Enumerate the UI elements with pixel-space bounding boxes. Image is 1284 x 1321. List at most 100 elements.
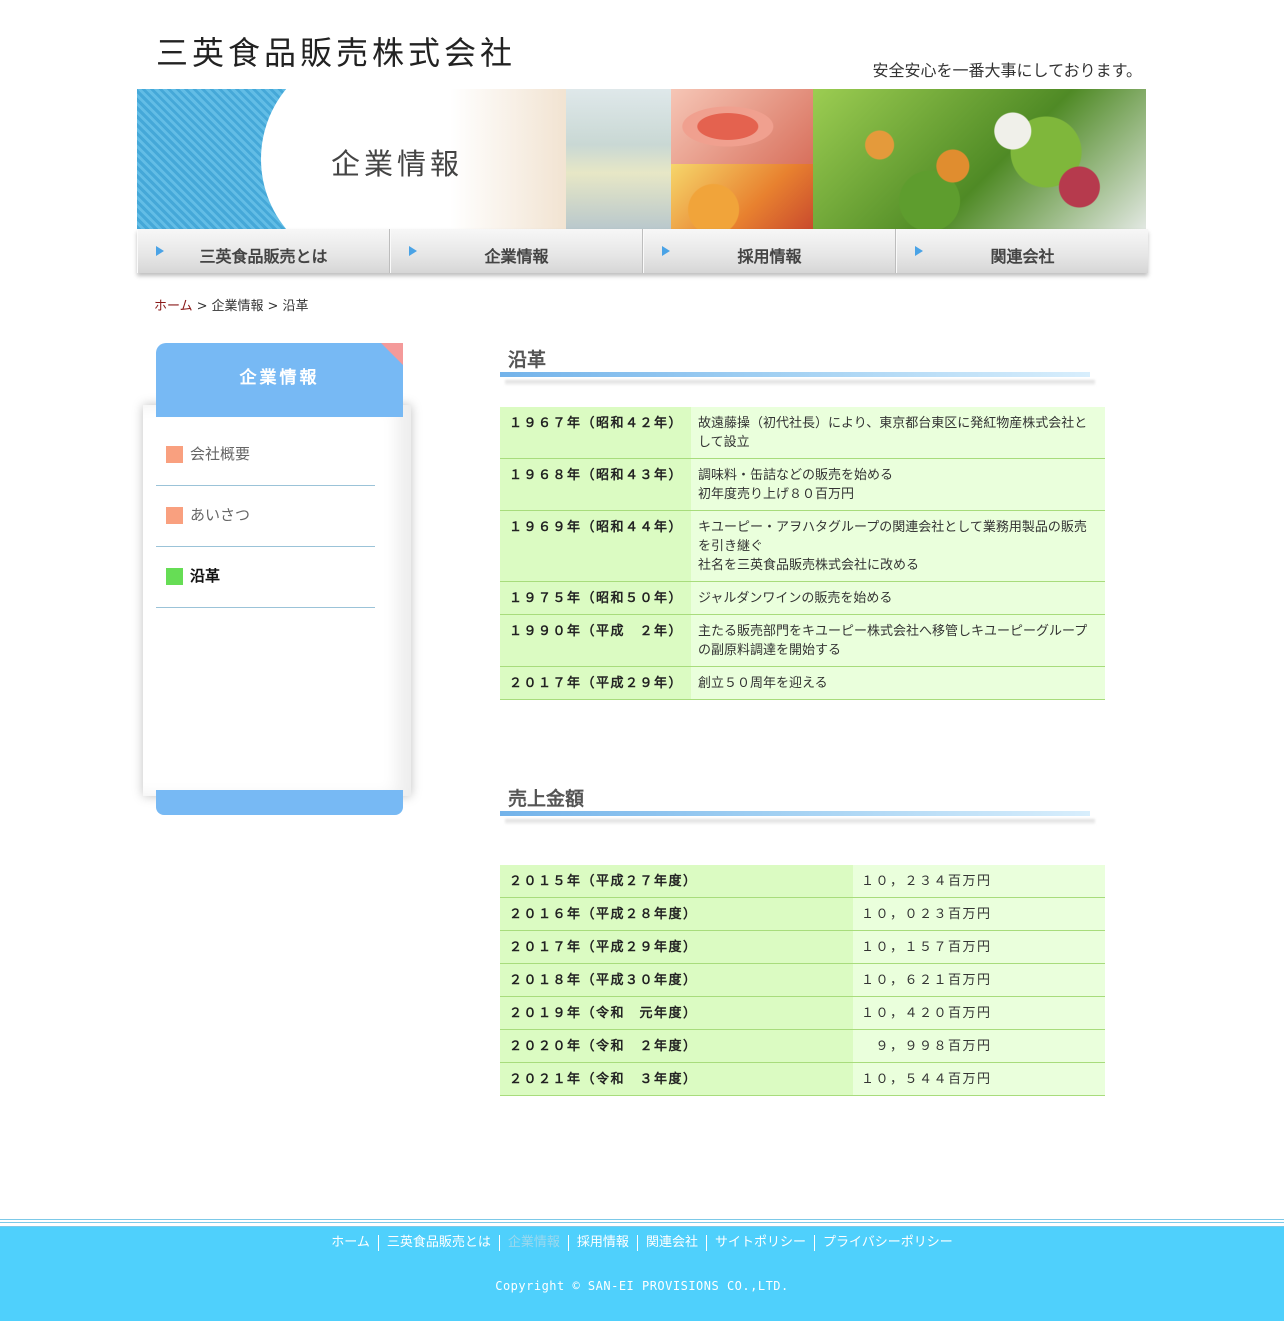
side-menu-header: 企業情報 — [156, 343, 403, 417]
banner-photo-wine — [566, 89, 671, 229]
banner-photo-vegetables — [671, 164, 813, 229]
page: 三英食品販売株式会社 安全安心を一番大事にしております。 企業情報 三英食品販売… — [0, 0, 1284, 1321]
footer-nav-link[interactable]: 企業情報 — [498, 1235, 568, 1251]
hero-banner: 企業情報 — [137, 89, 1146, 229]
table-row: １９６８年（昭和４３年） 調味料・缶詰などの販売を始める 初年度売り上げ８０百万円 — [500, 458, 1105, 511]
section-title-history: 沿革 — [508, 349, 547, 371]
table-row: ２０１８年（平成３０年度） １０，６２１百万円 — [500, 963, 1105, 997]
sidebar-item-label: あいさつ — [190, 506, 251, 524]
banner-photo-ham — [671, 89, 813, 164]
sidebar-item-label: 沿革 — [190, 567, 221, 585]
history-year: １９９０年（平成 ２年） — [500, 614, 692, 667]
banner-photo-salad — [813, 89, 1146, 229]
section-title-sales: 売上金額 — [508, 788, 585, 810]
gnav-item-company[interactable]: 企業情報 — [390, 229, 643, 273]
sales-year: ２０１９年（令和 元年度） — [500, 996, 853, 1030]
table-row: １９６９年（昭和４４年） キユーピー・アヲハタグループの関連会社として業務用製品の… — [500, 510, 1105, 582]
global-nav: 三英食品販売とは 企業情報 採用情報 関連会社 — [137, 229, 1148, 273]
sales-amount: １０，０２３百万円 — [853, 897, 1105, 931]
sales-amount: ９，９９８百万円 — [853, 1029, 1105, 1063]
table-row: ２０１７年（平成２９年度） １０，１５７百万円 — [500, 930, 1105, 964]
gnav-item-affiliates[interactable]: 関連会社 — [896, 229, 1148, 273]
sales-table: ２０１５年（平成２７年度） １０，２３４百万円 ２０１６年（平成２８年度） １０，０２… — [500, 865, 1105, 1096]
section-underline-shadow — [505, 380, 1095, 385]
sales-year: ２０１８年（平成３０年度） — [500, 963, 853, 997]
copyright: Copyright © SAN-EI PROVISIONS CO.,LTD. — [495, 1279, 789, 1293]
banner-title: 企業情報 — [331, 147, 464, 181]
section-underline — [500, 811, 1090, 816]
gnav-label: 三英食品販売とは — [199, 247, 328, 266]
sales-amount: １０，５４４百万円 — [853, 1062, 1105, 1096]
history-year: １９７５年（昭和５０年） — [500, 581, 692, 615]
sales-year: ２０１６年（平成２８年度） — [500, 897, 853, 931]
history-year: ２０１７年（平成２９年） — [500, 666, 692, 700]
history-event-line: キユーピー・アヲハタグループの関連会社として業務用製品の販売を引き継ぐ — [698, 520, 1087, 554]
gnav-label: 企業情報 — [484, 247, 549, 266]
history-event-line: 主たる販売部門をキユーピー株式会社へ移管しキユーピーグループの副原料調達を開始す… — [698, 624, 1088, 658]
history-event-line: 創立５０周年を迎える — [698, 676, 828, 691]
sidebar-item-label: 会社概要 — [190, 445, 251, 463]
sidebar-item-overview[interactable]: 会社概要 — [156, 425, 375, 486]
history-table: １９６７年（昭和４２年） 故遠藤操（初代社長）により、東京都台東区に発紅物産株式会… — [500, 407, 1105, 700]
history-year: １９６８年（昭和４３年） — [500, 458, 692, 511]
breadcrumb-separator: > — [196, 299, 208, 314]
footer-divider — [0, 1219, 1284, 1227]
table-row: １９７５年（昭和５０年） ジャルダンワインの販売を始める — [500, 581, 1105, 615]
company-logo[interactable]: 三英食品販売株式会社 — [156, 28, 516, 74]
table-row: ２０２０年（令和 ２年度） ９，９９８百万円 — [500, 1029, 1105, 1063]
footer-nav-link[interactable]: サイトポリシー — [705, 1235, 814, 1251]
breadcrumb-separator: > — [267, 299, 279, 314]
history-event-line: 社名を三英食品販売株式会社に改める — [698, 558, 920, 573]
history-event: 故遠藤操（初代社長）により、東京都台東区に発紅物産株式会社として設立 — [691, 407, 1105, 459]
section-underline-shadow — [505, 819, 1095, 824]
footer: ホーム 三英食品販売とは 企業情報 採用情報 関連会社 サイトポリシー プライバシーポリシー… — [0, 1227, 1284, 1321]
footer-nav-link[interactable]: 関連会社 — [636, 1235, 706, 1251]
footer-nav: ホーム 三英食品販売とは 企業情報 採用情報 関連会社 サイトポリシー プライバシーポリシー — [0, 1235, 1284, 1251]
history-event: 主たる販売部門をキユーピー株式会社へ移管しキユーピーグループの副原料調達を開始す… — [691, 614, 1105, 667]
sales-year: ２０２１年（令和 ３年度） — [500, 1062, 853, 1096]
history-year: １９６９年（昭和４４年） — [500, 510, 692, 582]
table-row: ２０１５年（平成２７年度） １０，２３４百万円 — [500, 865, 1105, 898]
history-event: ジャルダンワインの販売を始める — [691, 581, 1105, 615]
table-row: １９６７年（昭和４２年） 故遠藤操（初代社長）により、東京都台東区に発紅物産株式会… — [500, 407, 1105, 459]
square-marker-icon — [166, 507, 183, 524]
sales-amount: １０，１５７百万円 — [853, 930, 1105, 964]
footer-nav-link[interactable]: 三英食品販売とは — [377, 1235, 499, 1251]
sales-amount: １０，６２１百万円 — [853, 963, 1105, 997]
gnav-item-recruit[interactable]: 採用情報 — [643, 229, 896, 273]
history-event: キユーピー・アヲハタグループの関連会社として業務用製品の販売を引き継ぐ社名を三英… — [691, 510, 1105, 582]
breadcrumb-level1[interactable]: 企業情報 — [212, 299, 264, 314]
history-event-line: ジャルダンワインの販売を始める — [698, 591, 893, 606]
table-row: ２０２１年（令和 ３年度） １０，５４４百万円 — [500, 1062, 1105, 1096]
table-row: ２０１９年（令和 元年度） １０，４２０百万円 — [500, 996, 1105, 1030]
sales-year: ２０２０年（令和 ２年度） — [500, 1029, 853, 1063]
footer-nav-link[interactable]: 採用情報 — [567, 1235, 637, 1251]
history-event-line: 調味料・缶詰などの販売を始める — [698, 468, 894, 483]
side-menu-footer — [156, 790, 403, 815]
square-marker-icon — [166, 568, 183, 585]
tagline: 安全安心を一番大事にしております。 — [872, 61, 1142, 80]
footer-nav-link[interactable]: ホーム — [323, 1235, 378, 1251]
gnav-item-about[interactable]: 三英食品販売とは — [137, 229, 390, 273]
history-event: 創立５０周年を迎える — [691, 666, 1105, 700]
table-row: ２０１６年（平成２８年度） １０，０２３百万円 — [500, 897, 1105, 931]
footer-nav-link[interactable]: プライバシーポリシー — [813, 1235, 961, 1251]
square-marker-icon — [166, 446, 183, 463]
gnav-label: 関連会社 — [990, 247, 1055, 266]
sidebar-item-greeting[interactable]: あいさつ — [156, 486, 375, 547]
table-row: １９９０年（平成 ２年） 主たる販売部門をキユーピー株式会社へ移管しキユーピーグル… — [500, 614, 1105, 667]
section-underline — [500, 372, 1090, 377]
history-event: 調味料・缶詰などの販売を始める 初年度売り上げ８０百万円 — [691, 458, 1105, 511]
history-event-line: 初年度売り上げ８０百万円 — [698, 487, 855, 502]
breadcrumb-home-link[interactable]: ホーム — [154, 299, 193, 314]
sales-year: ２０１５年（平成２７年度） — [500, 865, 853, 898]
sidebar-item-history[interactable]: 沿革 — [156, 547, 375, 608]
history-event-line: 故遠藤操（初代社長）により、東京都台東区に発紅物産株式会社として設立 — [698, 416, 1088, 450]
side-menu-title: 企業情報 — [239, 368, 320, 388]
table-row: ２０１７年（平成２９年） 創立５０周年を迎える — [500, 666, 1105, 700]
sales-amount: １０，４２０百万円 — [853, 996, 1105, 1030]
breadcrumb-current: 沿革 — [282, 299, 309, 314]
sales-year: ２０１７年（平成２９年度） — [500, 930, 853, 964]
corner-fold-icon — [381, 343, 403, 365]
history-year: １９６７年（昭和４２年） — [500, 407, 692, 459]
